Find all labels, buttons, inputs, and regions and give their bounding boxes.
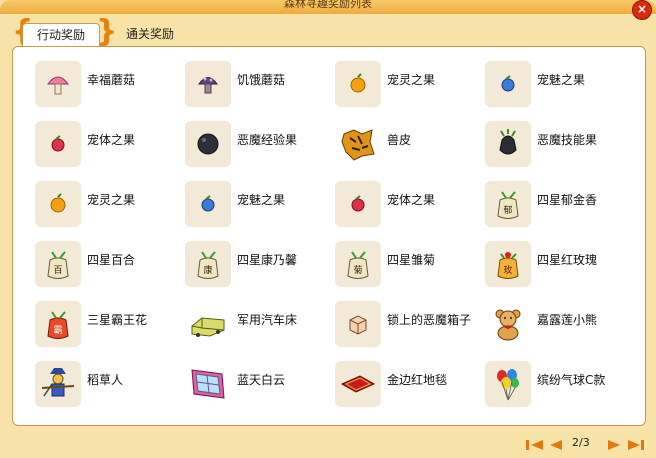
tiger-pelt-icon: [335, 121, 381, 167]
seed-bag-red-icon: 霸: [35, 301, 81, 347]
reward-label: 四星红玫瑰: [537, 253, 598, 267]
page-indicator: 2/3: [572, 436, 590, 449]
seed-bag-icon: 百: [35, 241, 81, 287]
reward-item[interactable]: 蓝天白云: [185, 361, 335, 411]
dark-orb-icon: [185, 121, 231, 167]
tab-clear-rewards[interactable]: 通关奖励: [118, 23, 182, 45]
reward-label: 恶魔技能果: [537, 133, 598, 147]
orange-fruit-icon: [35, 181, 81, 227]
window-title: 森林寻趣奖励列表: [284, 0, 372, 10]
reward-item[interactable]: 恶魔技能果: [485, 121, 635, 171]
svg-text:菊: 菊: [353, 265, 362, 276]
next-page-button[interactable]: [606, 437, 622, 456]
reward-item[interactable]: 幸福蘑菇: [35, 61, 185, 111]
reward-item[interactable]: 嘉露莲小熊: [485, 301, 635, 351]
svg-text:百: 百: [53, 265, 62, 276]
reward-item[interactable]: 宠魅之果: [185, 181, 335, 231]
reward-item[interactable]: 饥饿蘑菇: [185, 61, 335, 111]
reward-label: 幸福蘑菇: [87, 73, 136, 87]
seed-bag-orange-icon: 玫: [485, 241, 531, 287]
locked-box-icon: [335, 301, 381, 347]
reward-label: 四星郁金香: [537, 193, 598, 207]
reward-label: 军用汽车床: [237, 313, 298, 327]
reward-label: 饥饿蘑菇: [237, 73, 286, 87]
reward-label: 金边红地毯: [387, 373, 448, 387]
svg-text:康: 康: [203, 264, 212, 276]
reward-label: 嘉露莲小熊: [537, 313, 598, 327]
reward-item[interactable]: 稻草人: [35, 361, 185, 411]
reward-item[interactable]: 百 四星百合: [35, 241, 185, 291]
reward-item[interactable]: 恶魔经验果: [185, 121, 335, 171]
reward-label: 三星霸王花: [87, 313, 148, 327]
tab-action-rewards[interactable]: 行动奖励: [22, 23, 100, 46]
seed-bag-icon: 菊: [335, 241, 381, 287]
first-page-button[interactable]: [525, 437, 545, 456]
reward-label: 宠体之果: [387, 193, 436, 207]
reward-label: 稻草人: [87, 373, 124, 387]
reward-label: 宠体之果: [87, 133, 136, 147]
reward-item[interactable]: 宠灵之果: [335, 61, 485, 111]
reward-item[interactable]: 玫 四星红玫瑰: [485, 241, 635, 291]
car-bed-icon: [185, 301, 231, 347]
reward-list-panel: 幸福蘑菇 饥饿蘑菇 宠灵之果 宠魅之果 宠体之果 恶魔经验果 兽皮 恶魔技能果 …: [12, 46, 646, 426]
blue-fruit-icon: [185, 181, 231, 227]
reward-item[interactable]: 宠体之果: [35, 121, 185, 171]
reward-item[interactable]: 金边红地毯: [335, 361, 485, 411]
reward-item[interactable]: 军用汽车床: [185, 301, 335, 351]
reward-label: 宠魅之果: [537, 73, 586, 87]
reward-label: 恶魔经验果: [237, 133, 298, 147]
purple-mushroom-icon: [185, 61, 231, 107]
title-bar: 森林寻趣奖励列表: [0, 0, 656, 14]
last-page-button[interactable]: [626, 437, 646, 456]
svg-text:玫: 玫: [503, 264, 512, 276]
svg-text:霸: 霸: [53, 325, 62, 336]
red-fruit-icon: [35, 121, 81, 167]
scarecrow-icon: [35, 361, 81, 407]
reward-item[interactable]: 康 四星康乃馨: [185, 241, 335, 291]
reward-label: 宠魅之果: [237, 193, 286, 207]
svg-text:郁: 郁: [503, 204, 512, 216]
reward-window: 森林寻趣奖励列表 × { 行动奖励 } 通关奖励 幸福蘑菇 饥饿蘑菇 宠灵之果: [0, 0, 656, 458]
pink-mushroom-icon: [35, 61, 81, 107]
reward-item[interactable]: 宠灵之果: [35, 181, 185, 231]
reward-item[interactable]: 霸 三星霸王花: [35, 301, 185, 351]
seed-bag-icon: 康: [185, 241, 231, 287]
reward-item[interactable]: 宠魅之果: [485, 61, 635, 111]
reward-item[interactable]: 锁上的恶魔箱子: [335, 301, 485, 351]
reward-label: 兽皮: [387, 133, 412, 147]
blue-fruit-icon: [485, 61, 531, 107]
red-fruit-icon: [335, 181, 381, 227]
reward-label: 宠灵之果: [387, 73, 436, 87]
red-carpet-icon: [335, 361, 381, 407]
reward-item[interactable]: 菊 四星雏菊: [335, 241, 485, 291]
reward-label: 四星百合: [87, 253, 136, 267]
reward-label: 宠灵之果: [87, 193, 136, 207]
close-button[interactable]: ×: [632, 0, 652, 20]
reward-label: 缤纷气球C款: [537, 373, 606, 387]
seed-bag-icon: 郁: [485, 181, 531, 227]
tab-right-brace-icon: }: [96, 14, 118, 49]
reward-item[interactable]: 兽皮: [335, 121, 485, 171]
orange-fruit-icon: [335, 61, 381, 107]
reward-label: 四星康乃馨: [237, 253, 298, 267]
teddy-bear-icon: [485, 301, 531, 347]
window-picture-icon: [185, 361, 231, 407]
reward-item[interactable]: 郁 四星郁金香: [485, 181, 635, 231]
reward-label: 四星雏菊: [387, 253, 436, 267]
reward-label: 锁上的恶魔箱子: [387, 313, 472, 327]
reward-item[interactable]: 宠体之果: [335, 181, 485, 231]
balloons-icon: [485, 361, 531, 407]
reward-label: 蓝天白云: [237, 373, 286, 387]
prev-page-button[interactable]: [548, 437, 564, 456]
dark-bulb-icon: [485, 121, 531, 167]
reward-item[interactable]: 缤纷气球C款: [485, 361, 635, 411]
